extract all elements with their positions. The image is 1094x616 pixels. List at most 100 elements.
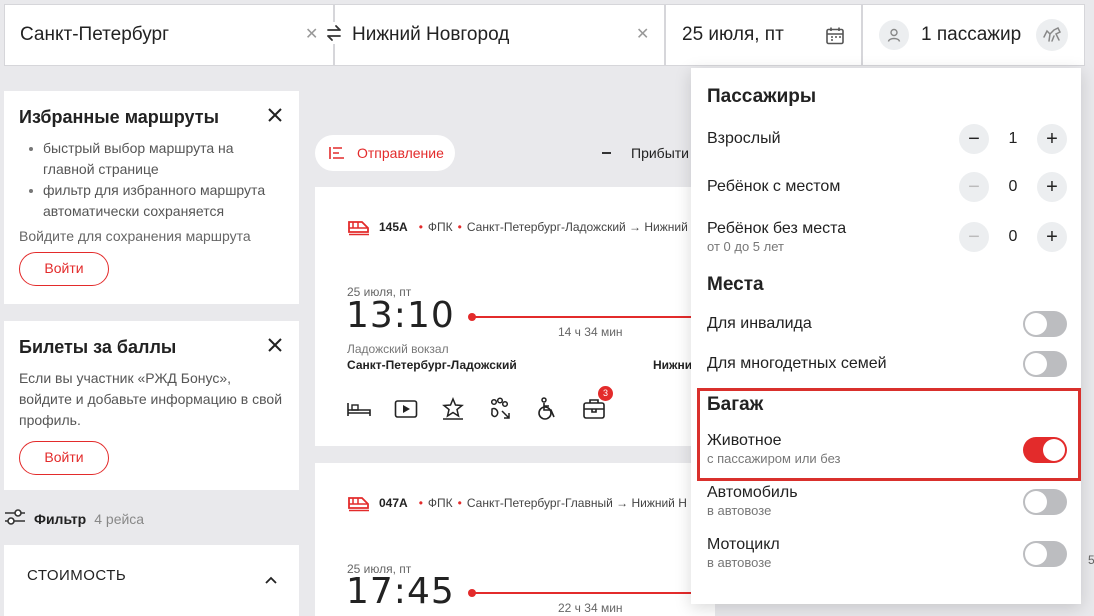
calendar-icon[interactable] — [825, 26, 845, 52]
train-card[interactable]: 047А • ФПК • Санкт-Петербург-Главный → Н… — [315, 463, 715, 616]
child-noseat-count: 0 — [1008, 228, 1018, 245]
large-family-row: Для многодетных семей — [707, 351, 1067, 377]
search-bar: Санкт-Петербург ✕ Нижний Новгород ✕ 25 и… — [0, 0, 1094, 68]
train-card[interactable]: 145А • ФПК • Санкт-Петербург-Ладожский →… — [315, 187, 715, 446]
child-seat-label: Ребёнок с местом — [707, 178, 841, 195]
favorites-card: Избранные маршруты быстрый выбор маршрут… — [4, 91, 299, 304]
from-value: Санкт-Петербург — [20, 24, 170, 45]
list-item: быстрый выбор маршрута на главной страни… — [29, 138, 284, 180]
login-button[interactable]: Войти — [19, 441, 109, 475]
luggage-badge: 3 — [598, 386, 613, 401]
points-title: Билеты за баллы — [19, 337, 177, 357]
decrement-button[interactable]: − — [959, 222, 989, 252]
departure-time: 17:45 — [346, 571, 455, 612]
train-icon — [348, 221, 369, 236]
sort-departure-label: Отправление — [357, 145, 444, 161]
date-value: 25 июля, пт — [682, 24, 784, 45]
favorites-bullets: быстрый выбор маршрута на главной страни… — [19, 138, 284, 222]
adult-label: Взрослый — [707, 130, 781, 147]
favorites-note: Войдите для сохранения маршрута — [19, 228, 251, 244]
filter-label: Фильтр — [34, 510, 87, 527]
from-field[interactable]: Санкт-Петербург ✕ — [4, 4, 334, 66]
child-noseat-stepper: − 0 + — [959, 222, 1067, 252]
car-toggle[interactable] — [1023, 489, 1067, 515]
decrement-button[interactable]: − — [959, 172, 989, 202]
luggage-icon: 3 — [581, 386, 613, 422]
disabled-toggle[interactable] — [1023, 311, 1067, 337]
travel-duration: 14 ч 34 мин — [558, 325, 623, 339]
large-family-toggle[interactable] — [1023, 351, 1067, 377]
train-icon — [348, 497, 369, 512]
train-number: 145А — [379, 220, 408, 234]
train-carrier: ФПК — [427, 496, 453, 510]
increment-button[interactable]: + — [1037, 172, 1067, 202]
car-sub: в автовозе — [707, 503, 772, 518]
close-icon[interactable] — [267, 107, 283, 128]
filter-toggle[interactable]: Фильтр 4 рейса — [4, 507, 144, 530]
train-header: 145А • ФПК • Санкт-Петербург-Ладожский →… — [347, 218, 688, 236]
passengers-field[interactable]: 1 пассажир — [862, 4, 1085, 66]
dash-icon — [602, 152, 611, 154]
departure-time: 13:10 — [346, 295, 455, 336]
peek-text: 5 — [1088, 553, 1094, 567]
passengers-dropdown: Пассажиры Взрослый − 1 + Ребёнок с место… — [691, 68, 1081, 604]
passengers-value: 1 пассажир — [921, 24, 1022, 45]
child-seat-stepper: − 0 + — [959, 172, 1067, 202]
child-seat-count: 0 — [1008, 178, 1018, 195]
to-field[interactable]: Нижний Новгород ✕ — [334, 4, 665, 66]
train-carrier: ФПК — [427, 220, 453, 234]
adult-count: 1 — [1008, 130, 1018, 147]
passenger-icon — [879, 20, 909, 50]
travel-duration: 22 ч 34 мин — [558, 601, 623, 615]
moto-row: Мотоцикл в автовозе — [707, 536, 1067, 572]
moto-toggle[interactable] — [1023, 541, 1067, 567]
passengers-heading: Пассажиры — [707, 86, 817, 107]
departure-station: Ладожский вокзал — [347, 342, 449, 356]
route-line — [468, 589, 715, 597]
moto-label: Мотоцикл — [707, 536, 780, 553]
clear-to-icon[interactable]: ✕ — [636, 27, 650, 43]
comfort-icon — [440, 396, 466, 422]
clear-from-icon[interactable]: ✕ — [305, 27, 319, 43]
decrement-button[interactable]: − — [959, 124, 989, 154]
close-icon[interactable] — [267, 337, 283, 358]
swap-icon[interactable] — [324, 22, 344, 44]
chevron-up-icon[interactable] — [265, 571, 277, 589]
video-icon — [393, 396, 419, 422]
list-item: фильтр для избранного маршрута автоматич… — [29, 180, 284, 222]
wheelchair-icon — [534, 396, 560, 422]
points-card: Билеты за баллы Если вы участник «РЖД Бо… — [4, 321, 299, 490]
points-text: Если вы участник «РЖД Бонус», войдите и … — [19, 370, 283, 428]
disabled-label: Для инвалида — [707, 315, 812, 332]
cost-section[interactable]: СТОИМОСТЬ — [4, 545, 299, 616]
train-route: Санкт-Петербург-Главный → Нижний Н — [466, 496, 687, 510]
sort-icon — [329, 147, 344, 159]
pet-icon[interactable] — [1036, 19, 1068, 51]
increment-button[interactable]: + — [1037, 222, 1067, 252]
sort-departure-button[interactable]: Отправление — [315, 135, 455, 171]
filter-icon — [4, 507, 26, 530]
date-field[interactable]: 25 июля, пт — [665, 4, 862, 66]
moto-sub: в автовозе — [707, 555, 772, 570]
login-button[interactable]: Войти — [19, 252, 109, 286]
sort-arrival-button[interactable]: Прибыти — [602, 145, 689, 161]
disabled-row: Для инвалида — [707, 311, 1067, 337]
increment-button[interactable]: + — [1037, 124, 1067, 154]
route-line — [468, 313, 715, 321]
train-header: 047А • ФПК • Санкт-Петербург-Главный → Н… — [347, 494, 687, 512]
favorites-title: Избранные маршруты — [19, 107, 219, 127]
car-row: Автомобиль в автовозе — [707, 484, 1067, 520]
cost-label: СТОИМОСТЬ — [27, 567, 127, 584]
arrival-city: Нижни — [653, 358, 693, 372]
child-seat-row: Ребёнок с местом − 0 + — [707, 172, 1067, 202]
train-route: Санкт-Петербург-Ладожский → Нижний — [466, 220, 688, 234]
pet-icon — [487, 396, 513, 422]
car-label: Автомобиль — [707, 484, 798, 501]
child-noseat-row: Ребёнок без места от 0 до 5 лет − 0 + — [707, 220, 1067, 256]
sort-arrival-label: Прибыти — [631, 145, 689, 161]
highlight-box — [697, 388, 1081, 481]
train-number: 047А — [379, 496, 408, 510]
places-heading: Места — [707, 274, 764, 295]
adult-stepper: − 1 + — [959, 124, 1067, 154]
to-value: Нижний Новгород — [352, 24, 510, 45]
